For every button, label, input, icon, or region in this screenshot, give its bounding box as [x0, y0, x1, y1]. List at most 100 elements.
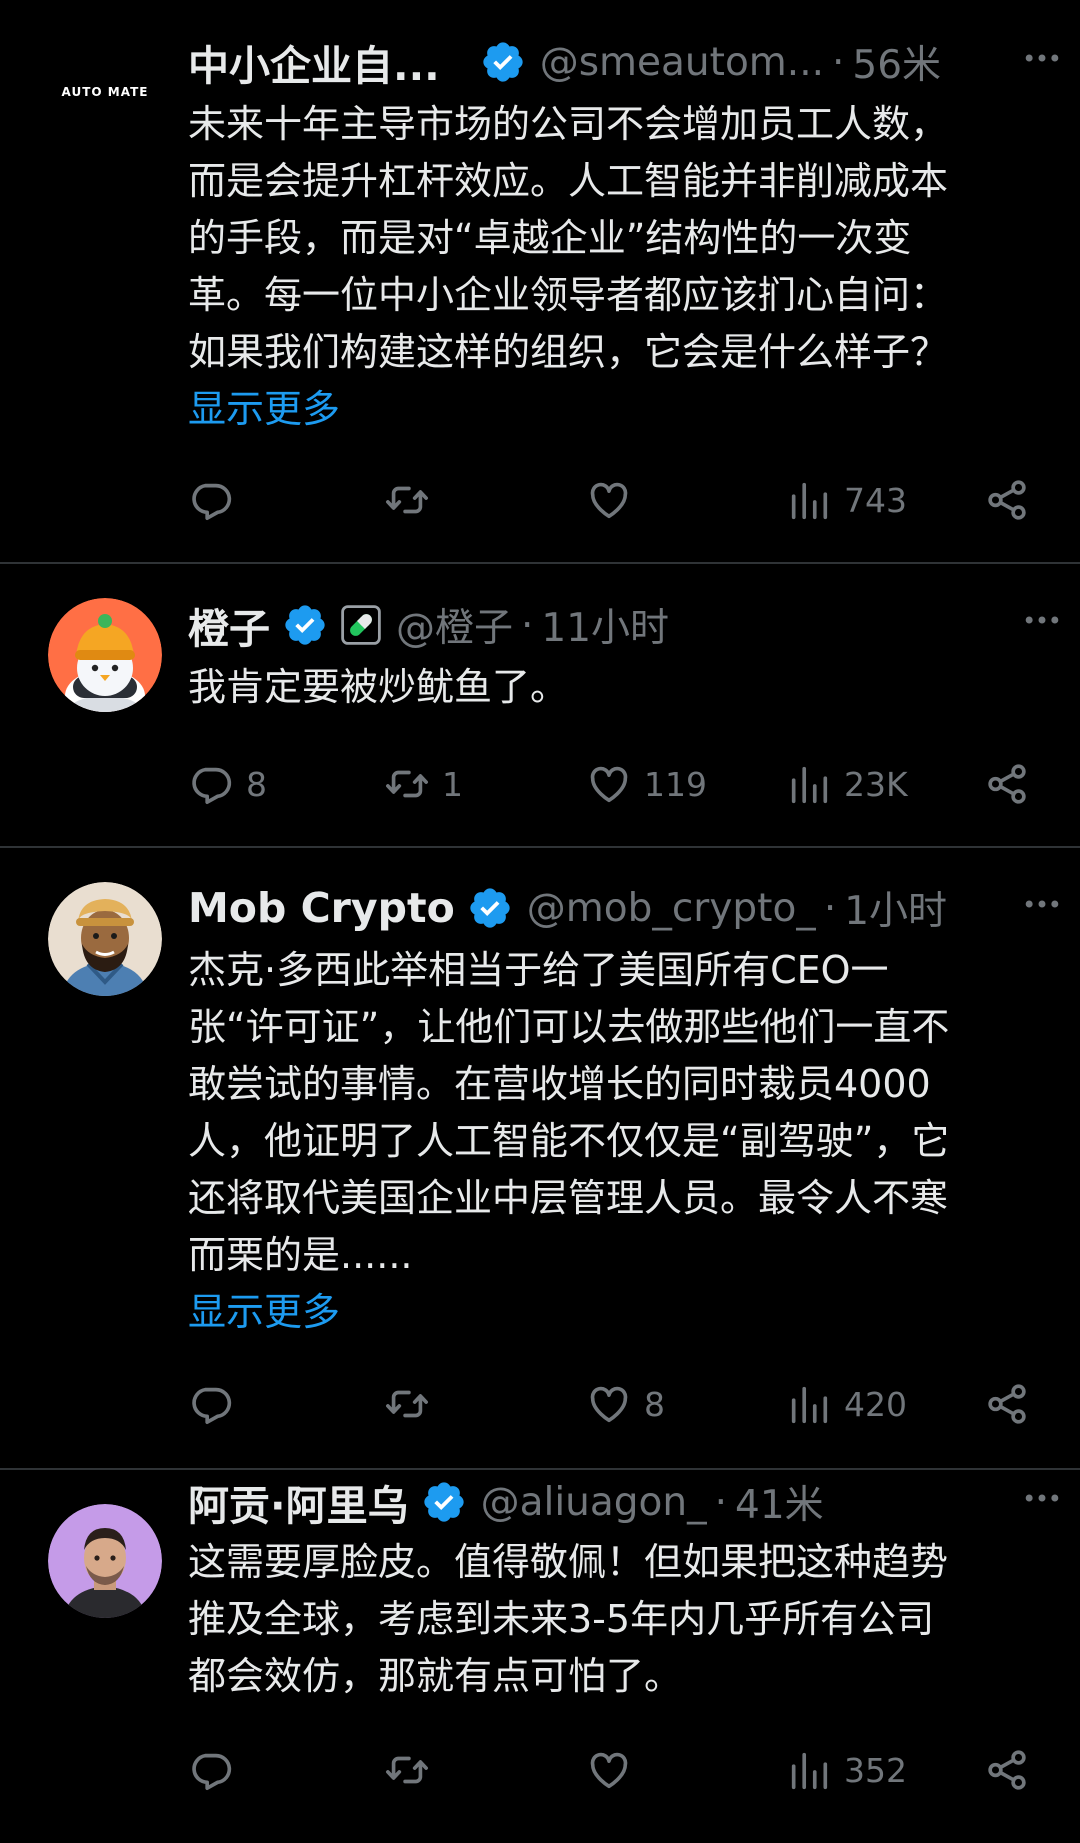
author-handle[interactable]: @mob_crypto_: [527, 886, 816, 931]
more-options-icon[interactable]: [1018, 36, 1066, 80]
more-options-icon[interactable]: [1018, 1476, 1066, 1520]
tweet[interactable]: Mob Crypto @mob_crypto_ · 1小时 杰克·多西此举相当于…: [0, 848, 1080, 1468]
view-count: 420: [844, 1384, 907, 1424]
pill-icon: [340, 604, 382, 646]
share-button[interactable]: [984, 1376, 1030, 1432]
author-handle[interactable]: @橙子: [396, 597, 513, 653]
timestamp[interactable]: 1小时: [844, 880, 947, 936]
bar-chart-icon: [786, 1381, 832, 1427]
reply-icon: [188, 1381, 234, 1427]
action-bar: 743: [188, 472, 1038, 528]
tweet[interactable]: 阿贡·阿里乌 @aliuagon_ · 41米 这需要厚脸皮。值得敬佩！但如果把…: [0, 1470, 1080, 1843]
like-button[interactable]: 8: [586, 1376, 665, 1432]
retweet-icon: [384, 1747, 430, 1793]
bar-chart-icon: [786, 761, 832, 807]
views-button[interactable]: 23K: [786, 756, 908, 812]
share-icon: [984, 477, 1030, 523]
retweet-button[interactable]: 1: [384, 756, 463, 812]
share-icon: [984, 1381, 1030, 1427]
man-photo-purple-icon: [48, 1504, 162, 1618]
reply-icon: [188, 1747, 234, 1793]
bar-chart-icon: [786, 1747, 832, 1793]
reply-button[interactable]: [188, 1376, 246, 1432]
text-line: 张“许可证”，让他们可以去做那些他们一直不: [188, 1005, 950, 1049]
verified-icon: [282, 602, 328, 648]
reply-icon: [188, 477, 234, 523]
author-handle[interactable]: @smeautom...: [540, 40, 824, 85]
avatar[interactable]: [48, 598, 162, 712]
views-button[interactable]: 743: [786, 472, 907, 528]
timeline: AUTO MATE 中小企业自... @smeautom... · 56米 未来…: [0, 0, 1080, 1843]
tweet-header: 橙子 @橙子 · 11小时: [188, 595, 1040, 655]
share-icon: [984, 761, 1030, 807]
reply-count: 8: [246, 764, 267, 804]
share-button[interactable]: [984, 472, 1030, 528]
like-count: 8: [644, 1384, 665, 1424]
like-button[interactable]: 119: [586, 756, 707, 812]
views-button[interactable]: 420: [786, 1376, 907, 1432]
action-bar: 8 1 119 23K: [188, 756, 1038, 812]
author-handle[interactable]: @aliuagon_: [481, 1480, 707, 1525]
tweet-header: 阿贡·阿里乌 @aliuagon_ · 41米: [188, 1472, 1040, 1532]
reply-button[interactable]: [188, 1742, 246, 1798]
tweet-header: Mob Crypto @mob_crypto_ · 1小时: [188, 878, 1040, 938]
view-count: 743: [844, 480, 907, 520]
text-line: 而栗的是......: [188, 1233, 413, 1277]
author-name[interactable]: Mob Crypto: [188, 884, 455, 932]
timestamp[interactable]: 56米: [852, 34, 941, 90]
retweet-button[interactable]: [384, 1742, 442, 1798]
reply-icon: [188, 761, 234, 807]
heart-icon: [586, 761, 632, 807]
like-button[interactable]: [586, 472, 644, 528]
avatar[interactable]: [48, 1504, 162, 1618]
tweet-text: 我肯定要被炒鱿鱼了。: [188, 659, 1038, 716]
like-count: 119: [644, 764, 707, 804]
separator-dot: ·: [832, 39, 845, 85]
separator-dot: ·: [521, 602, 534, 648]
cartoon-man-cap-icon: [48, 882, 162, 996]
show-more-link[interactable]: 显示更多: [188, 1284, 340, 1341]
tweet-text: 这需要厚脸皮。值得敬佩！但如果把这种趋势 推及全球，考虑到未来3-5年内几乎所有…: [188, 1534, 1038, 1705]
share-icon: [984, 1747, 1030, 1793]
author-name[interactable]: 阿贡·阿里乌: [188, 1472, 409, 1532]
more-options-icon[interactable]: [1018, 598, 1066, 642]
retweet-button[interactable]: [384, 1376, 442, 1432]
reply-button[interactable]: 8: [188, 756, 267, 812]
text-line: 这需要厚脸皮。值得敬佩！但如果把这种趋势: [188, 1540, 949, 1584]
text-line: 我肯定要被炒鱿鱼了。: [188, 665, 569, 709]
reply-button[interactable]: [188, 472, 246, 528]
more-options-icon[interactable]: [1018, 882, 1066, 926]
text-line: 敢尝试的事情。在营收增长的同时裁员4000: [188, 1062, 931, 1106]
avatar[interactable]: [48, 882, 162, 996]
text-line: 如果我们构建这样的组织，它会是什么样子？: [188, 330, 949, 374]
automate-logo-icon: AUTO MATE: [48, 38, 162, 152]
text-line: 革。每一位中小企业领导者都应该扪心自问：: [188, 273, 949, 317]
retweet-button[interactable]: [384, 472, 442, 528]
heart-icon: [586, 1381, 632, 1427]
verified-icon: [467, 885, 513, 931]
separator-dot: ·: [823, 885, 837, 931]
text-line: 未来十年主导市场的公司不会增加员工人数，: [188, 102, 949, 146]
tweet-header: 中小企业自... @smeautom... · 56米: [188, 32, 1040, 92]
like-button[interactable]: [586, 1742, 644, 1798]
tweet-text: 杰克·多西此举相当于给了美国所有CEO一 张“许可证”，让他们可以去做那些他们一…: [188, 942, 1038, 1284]
separator-dot: ·: [714, 1479, 728, 1525]
views-button[interactable]: 352: [786, 1742, 907, 1798]
svg-text:AUTO MATE: AUTO MATE: [62, 85, 149, 99]
action-bar: 352: [188, 1742, 1038, 1798]
timestamp[interactable]: 11小时: [541, 597, 669, 653]
text-line: 的手段，而是对“卓越企业”结构性的一次变: [188, 216, 912, 260]
tweet[interactable]: 橙子 @橙子 · 11小时 我肯定要被炒鱿鱼了。 8 1 119 23K: [0, 564, 1080, 846]
tweet-text: 未来十年主导市场的公司不会增加员工人数， 而是会提升杠杆效应。人工智能并非削减成…: [188, 96, 1038, 381]
author-name[interactable]: 橙子: [188, 595, 270, 655]
timestamp[interactable]: 41米: [735, 1474, 824, 1530]
show-more-link[interactable]: 显示更多: [188, 381, 340, 438]
verified-icon: [421, 1479, 467, 1525]
avatar[interactable]: AUTO MATE: [48, 38, 162, 152]
retweet-icon: [384, 477, 430, 523]
author-name[interactable]: 中小企业自...: [188, 32, 440, 92]
tweet[interactable]: AUTO MATE 中小企业自... @smeautom... · 56米 未来…: [0, 0, 1080, 562]
share-button[interactable]: [984, 756, 1030, 812]
text-line: 还将取代美国企业中层管理人员。最令人不寒: [188, 1176, 949, 1220]
share-button[interactable]: [984, 1742, 1030, 1798]
